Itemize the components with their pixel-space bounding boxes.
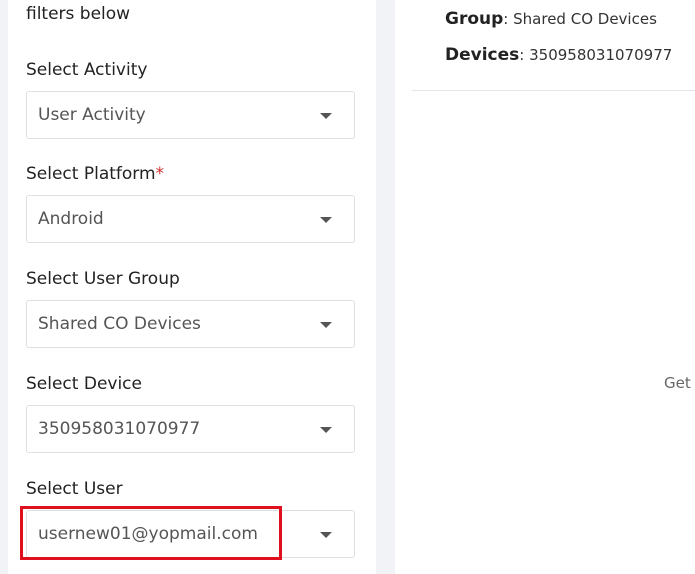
chevron-down-icon bbox=[320, 427, 332, 433]
filter-panel: filters below Select Activity User Activ… bbox=[8, 0, 376, 574]
platform-select-value: Android bbox=[38, 209, 104, 229]
activity-select[interactable]: User Activity bbox=[26, 91, 355, 139]
device-select[interactable]: 350958031070977 bbox=[26, 405, 355, 453]
devices-detail-sep: : bbox=[519, 46, 525, 64]
user-group-select-value: Shared CO Devices bbox=[38, 314, 201, 334]
user-group-label: Select User Group bbox=[26, 269, 180, 289]
device-label: Select Device bbox=[26, 374, 142, 394]
truncated-text: Get i bbox=[664, 374, 695, 392]
chevron-down-icon bbox=[320, 217, 332, 223]
devices-detail: Devices: 350958031070977 bbox=[445, 45, 672, 65]
user-label: Select User bbox=[26, 479, 123, 499]
user-select[interactable]: usernew01@yopmail.com bbox=[26, 510, 355, 558]
filter-intro-text: filters below bbox=[26, 4, 131, 24]
activity-select-value: User Activity bbox=[38, 105, 146, 125]
user-group-select[interactable]: Shared CO Devices bbox=[26, 300, 355, 348]
divider bbox=[412, 90, 695, 91]
detail-panel: Group: Shared CO Devices Devices: 350958… bbox=[395, 0, 695, 574]
chevron-down-icon bbox=[320, 532, 332, 538]
platform-label-text: Select Platform bbox=[26, 164, 156, 184]
device-select-value: 350958031070977 bbox=[38, 419, 201, 439]
chevron-down-icon bbox=[320, 322, 332, 328]
group-detail-value: Shared CO Devices bbox=[513, 10, 657, 28]
activity-label: Select Activity bbox=[26, 60, 148, 80]
chevron-down-icon bbox=[320, 113, 332, 119]
platform-select[interactable]: Android bbox=[26, 195, 355, 243]
group-detail-sep: : bbox=[503, 10, 509, 28]
app-root: filters below Select Activity User Activ… bbox=[0, 0, 695, 574]
required-marker: * bbox=[155, 164, 165, 184]
devices-detail-value: 350958031070977 bbox=[529, 46, 673, 64]
group-detail-key: Group bbox=[445, 9, 504, 29]
platform-label: Select Platform* bbox=[26, 162, 164, 186]
devices-detail-key: Devices bbox=[445, 45, 520, 65]
user-select-value: usernew01@yopmail.com bbox=[38, 524, 258, 544]
group-detail: Group: Shared CO Devices bbox=[445, 9, 657, 29]
